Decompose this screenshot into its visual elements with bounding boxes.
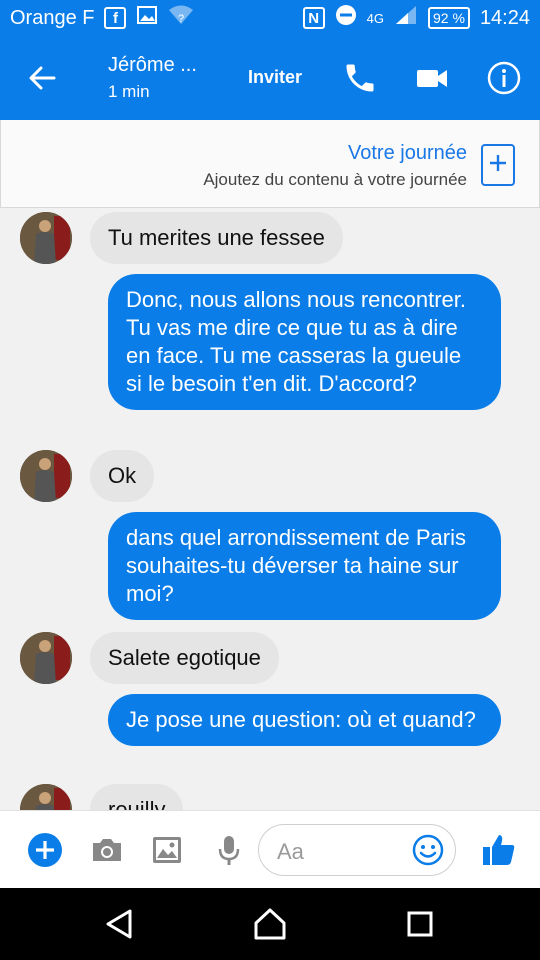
your-day-subtitle: Ajoutez du contenu à votre journée: [203, 170, 467, 189]
message-bubble[interactable]: Ok: [90, 450, 155, 502]
system-navigation-bar: [0, 888, 540, 960]
message-bubble[interactable]: Salete egotique: [90, 632, 279, 684]
message-bubble[interactable]: dans quel arrondissement de Paris souhai…: [108, 512, 501, 620]
plus-icon: [488, 153, 508, 178]
camera-icon[interactable]: [88, 831, 126, 869]
message-bubble[interactable]: reuilly: [90, 784, 184, 810]
wifi-icon: ?: [168, 4, 194, 32]
status-bar: Orange F f ? N 4G 92 % 14:24: [0, 0, 540, 36]
do-not-disturb-icon: [335, 4, 357, 32]
microphone-icon[interactable]: [210, 831, 248, 869]
clock: 14:24: [479, 6, 530, 29]
network-type: 4G: [366, 10, 385, 26]
invite-button[interactable]: Inviter: [248, 67, 302, 88]
contact-avatar[interactable]: [20, 212, 72, 264]
contact-avatar[interactable]: [20, 632, 72, 684]
your-day-title[interactable]: Votre journée: [348, 142, 467, 165]
info-icon[interactable]: [486, 60, 522, 96]
add-to-day-button[interactable]: [481, 144, 515, 186]
phone-call-icon[interactable]: [342, 60, 378, 96]
image-notification-icon: [136, 4, 158, 32]
message-input-placeholder: Aa: [277, 839, 304, 864]
contact-active-status: 1 min: [108, 82, 150, 101]
plus-circle-icon[interactable]: [26, 831, 64, 869]
message-input[interactable]: Aa: [258, 824, 456, 876]
contact-avatar[interactable]: [20, 784, 72, 810]
battery-indicator: 92 %: [428, 7, 470, 29]
emoji-icon[interactable]: [411, 833, 445, 867]
carrier-label: Orange F: [10, 6, 95, 29]
signal-icon: [394, 4, 418, 32]
nfc-icon: N: [302, 7, 325, 29]
video-call-icon[interactable]: [414, 60, 450, 96]
gallery-icon[interactable]: [148, 831, 186, 869]
back-triangle-icon[interactable]: [102, 906, 138, 942]
message-thread[interactable]: Tu merites une fessee Donc, nous allons …: [0, 208, 540, 810]
your-day-card[interactable]: Votre journée Ajoutez du contenu à votre…: [0, 120, 540, 208]
message-bubble[interactable]: Je pose une question: où et quand?: [108, 694, 501, 746]
recent-apps-icon[interactable]: [402, 906, 438, 942]
contact-avatar[interactable]: [20, 450, 72, 502]
contact-name[interactable]: Jérôme ...: [108, 54, 197, 77]
home-icon[interactable]: [252, 906, 288, 942]
message-composer: Aa: [0, 810, 540, 888]
conversation-header: Jérôme ... 1 min Inviter: [0, 36, 540, 120]
message-bubble[interactable]: Tu merites une fessee: [90, 212, 343, 264]
facebook-notification-icon: f: [104, 7, 127, 29]
svg-text:?: ?: [178, 13, 184, 25]
thumbs-up-icon[interactable]: [480, 831, 518, 869]
message-bubble[interactable]: Donc, nous allons nous rencontrer. Tu va…: [108, 274, 501, 410]
back-arrow-icon[interactable]: [24, 60, 60, 96]
